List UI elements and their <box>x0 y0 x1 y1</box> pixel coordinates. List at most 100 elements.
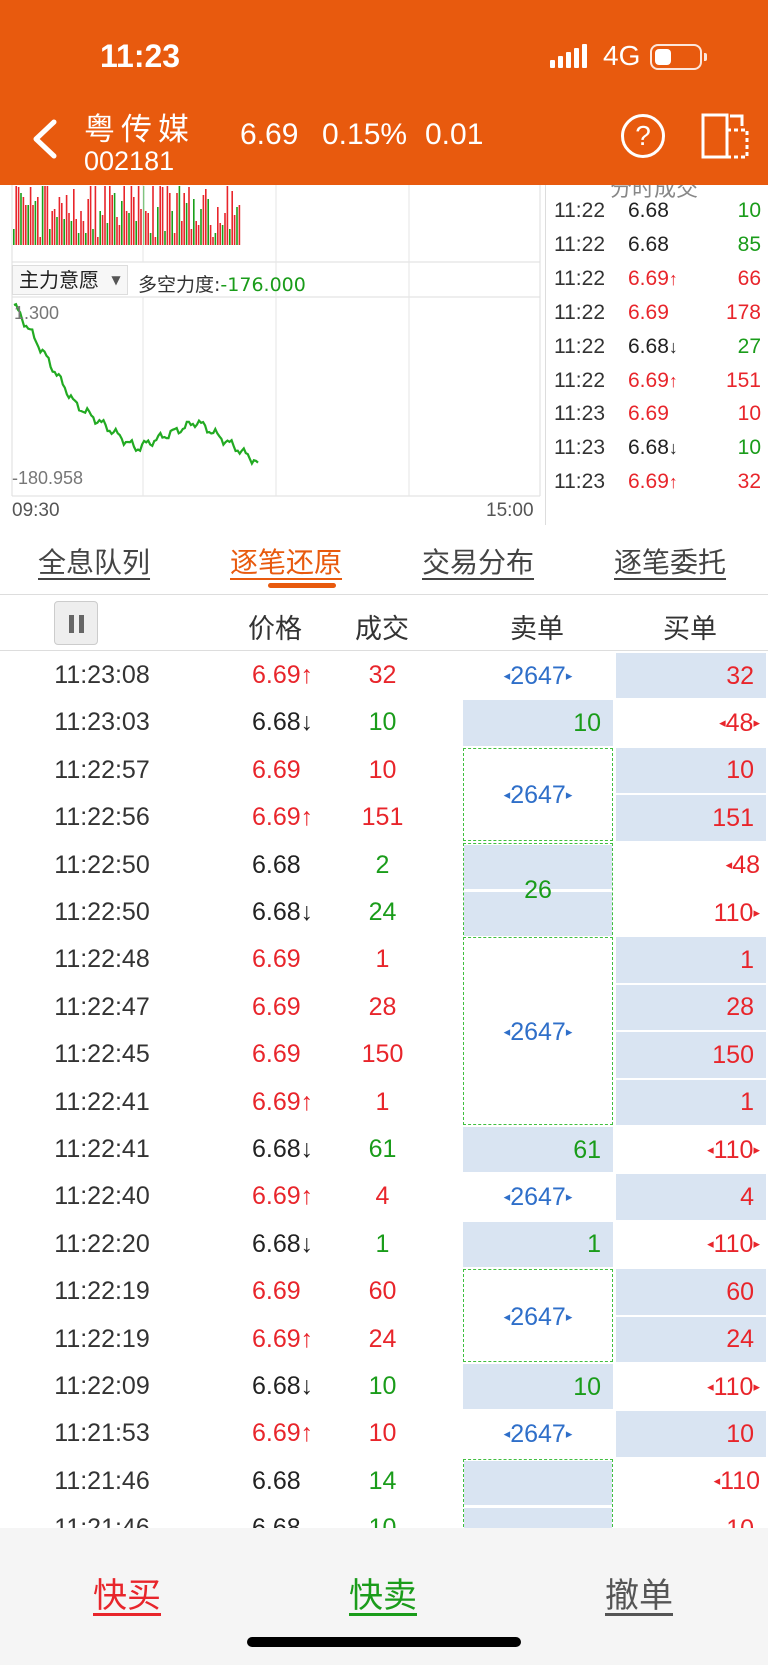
volume-bar <box>65 195 68 245</box>
sell-fill-cell[interactable]: 10 <box>463 700 613 746</box>
row-price-arrow: ↓ <box>300 1372 314 1400</box>
indicator-select[interactable]: 主力意愿 ▼ <box>12 265 128 295</box>
tab-full-queue[interactable]: 全息队列 <box>38 541 150 581</box>
buy-order-cell[interactable]: ◂48 <box>616 843 766 888</box>
row-price-value: 6.69 <box>252 661 301 689</box>
volume-bar <box>145 211 147 245</box>
buy-fill-cell[interactable]: 24 <box>616 1316 766 1362</box>
volume-bar <box>130 185 133 245</box>
buy-fill-cell[interactable]: 1 <box>616 937 766 983</box>
volume-bar <box>68 213 70 245</box>
buy-fill-cell[interactable]: 1 <box>616 1079 766 1125</box>
quick-sell-button[interactable]: 快卖 <box>349 1568 417 1617</box>
row-price: 6.69 <box>252 945 301 974</box>
buy-fill-cell[interactable]: 32 <box>616 653 766 699</box>
buy-order-cell[interactable]: ◂48▸ <box>616 700 766 745</box>
volume-bar <box>159 185 161 245</box>
volume-bar <box>226 185 229 245</box>
volume-bar <box>231 191 233 245</box>
tab-trade-distribution[interactable]: 交易分布 <box>422 541 534 581</box>
sell-order-cell[interactable]: ◂2647▸ <box>463 1411 613 1456</box>
buy-order-value: 48 <box>725 709 754 738</box>
change-amount: 0.01 <box>425 118 484 151</box>
buy-fill-cell[interactable]: 4 <box>616 1174 766 1220</box>
row-volume: 1 <box>375 945 390 974</box>
row-price: 6.68 <box>252 851 301 880</box>
sell-order-cell[interactable]: ◂2647▸ <box>463 1269 613 1362</box>
indicator-name: 多空力度: <box>138 274 221 296</box>
arrow-right-icon: ▸ <box>565 1024 573 1040</box>
row-price-value: 6.68 <box>252 850 301 879</box>
sell-order-cell[interactable]: ◂2647▸ <box>463 653 613 698</box>
sell-order-cell[interactable]: ◂2647▸ <box>463 1174 613 1219</box>
tick-volume: 151 <box>725 368 761 392</box>
buy-order-label: ◂110▸ <box>707 1136 760 1165</box>
buy-fill-value: 28 <box>726 993 754 1022</box>
quick-buy-button[interactable]: 快买 <box>93 1568 161 1617</box>
help-icon[interactable]: ? <box>621 114 665 158</box>
sell-merged-cell[interactable]: 26 <box>463 842 613 937</box>
volume-bar <box>118 225 121 245</box>
volume-bar <box>32 205 34 245</box>
sell-merged-cell[interactable] <box>463 1458 613 1528</box>
volume-bar <box>200 209 202 245</box>
sell-fill-cell[interactable]: 1 <box>463 1221 613 1268</box>
volume-bar <box>53 209 56 245</box>
buy-order-cell[interactable]: ◂110▸ <box>616 1127 766 1172</box>
row-volume: 10 <box>368 1419 397 1448</box>
row-price: 6.68↓ <box>252 1230 313 1259</box>
sell-order-cell[interactable]: ◂2647▸ <box>463 747 613 841</box>
tab-trade-restore[interactable]: 逐笔还原 <box>230 541 342 581</box>
buy-order-cell[interactable]: ◂110▸ <box>616 1222 766 1267</box>
buy-fill-cell[interactable]: 10 <box>616 747 766 794</box>
back-icon[interactable] <box>26 114 62 164</box>
buy-order-cell[interactable]: ◂110▸ <box>616 1364 766 1409</box>
sell-order-cell[interactable]: ◂2647▸ <box>463 937 613 1125</box>
tick-price: 6.69 <box>628 301 669 325</box>
buy-fill-value: 10 <box>726 756 754 785</box>
tick-price: 6.69↑ <box>628 470 678 494</box>
col-price: 价格 <box>248 614 302 645</box>
row-time: 11:22:09 <box>54 1372 150 1400</box>
volume-bar <box>161 187 164 245</box>
volume-bar <box>25 205 27 245</box>
tick-row: 11:22 6.69↑ 151 <box>546 361 768 397</box>
row-price-arrow: ↓ <box>300 708 314 737</box>
buy-order-cell[interactable]: ◂110 <box>616 1459 766 1504</box>
row-price: 6.69↑ <box>252 661 313 690</box>
buy-order-cell[interactable]: 110▸ <box>616 890 766 935</box>
buy-order-label: ◂48▸ <box>719 709 760 738</box>
buy-fill-cell[interactable]: 150 <box>616 1032 766 1078</box>
tick-time: 11:23 <box>554 436 605 460</box>
cancel-order-button[interactable]: 撤单 <box>605 1568 673 1617</box>
pause-button[interactable] <box>54 601 98 645</box>
volume-bar <box>152 185 154 245</box>
buy-fill-cell[interactable]: 28 <box>616 984 766 1031</box>
sell-merged-segment <box>464 1508 612 1528</box>
row-time: 11:23:03 <box>54 708 150 737</box>
trade-table[interactable]: 11:23:08 6.69↑ 32 11:23:03 6.68↓ 10 11:22:57 6.… <box>0 652 768 1528</box>
buy-fill-cell[interactable]: 151 <box>616 795 766 841</box>
volume-bar <box>17 187 20 245</box>
buy-cell[interactable]: 10 <box>616 1506 766 1528</box>
row-price-arrow: ↑ <box>300 803 314 832</box>
arrow-right-icon: ▸ <box>753 904 760 920</box>
tick-time: 11:23 <box>554 402 605 426</box>
buy-fill-cell[interactable]: 10 <box>616 1411 766 1457</box>
volume-bar <box>111 195 113 245</box>
arrow-right-icon: ▸ <box>753 1236 760 1252</box>
tick-list[interactable]: 分时成交 11:22 6.68 10 11:22 6.68 85 11:22 6.69↑ 66 1… <box>545 185 768 525</box>
switch-screen-icon[interactable] <box>700 112 750 160</box>
volume-bar <box>202 195 205 245</box>
tick-volume: 178 <box>725 300 761 324</box>
volume-bar <box>233 215 236 245</box>
sell-fill-cell[interactable]: 61 <box>463 1127 613 1173</box>
tab-order-detail[interactable]: 逐笔委托 <box>614 541 726 581</box>
buy-fill-value: 60 <box>726 1277 754 1306</box>
buy-fill-cell[interactable]: 60 <box>616 1269 766 1315</box>
row-volume: 32 <box>368 661 397 689</box>
volume-bar <box>99 211 101 245</box>
sell-fill-cell[interactable]: 10 <box>463 1364 613 1410</box>
row-volume: 1 <box>375 1087 390 1116</box>
row-price-value: 6.68 <box>252 1229 301 1258</box>
